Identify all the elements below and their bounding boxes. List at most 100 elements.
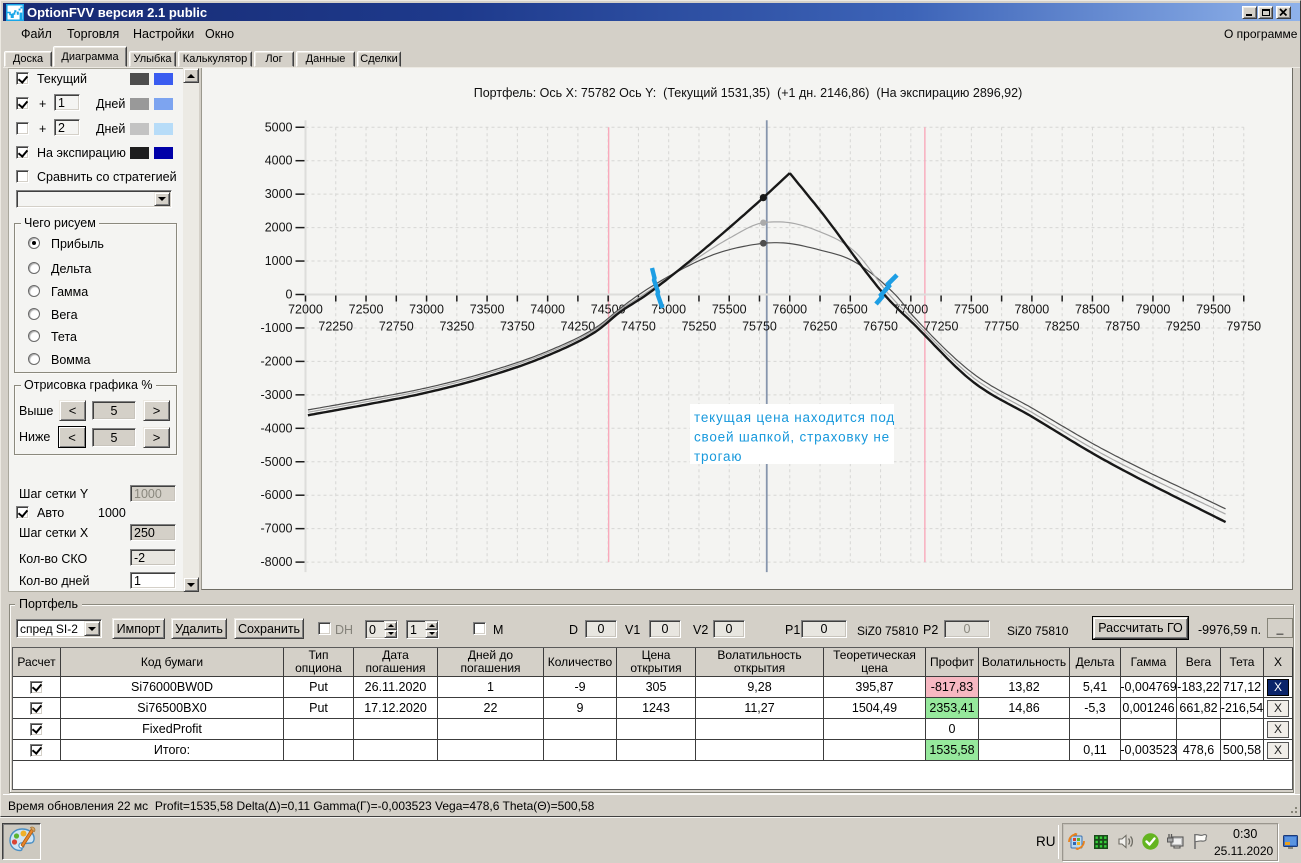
network-icon[interactable]: [1166, 833, 1185, 853]
checkbox-dh[interactable]: [318, 622, 331, 635]
spin-down-icon[interactable]: [425, 629, 438, 638]
column-header[interactable]: Цена открытия: [617, 648, 696, 677]
p1-input[interactable]: 0: [801, 620, 847, 638]
checkbox-expiration[interactable]: [16, 146, 29, 159]
green-grid-icon[interactable]: [1093, 834, 1109, 853]
column-header[interactable]: Гамма: [1121, 648, 1177, 677]
scroll-down-button[interactable]: [183, 577, 199, 592]
save-button[interactable]: Сохранить: [234, 618, 304, 639]
radio-delta[interactable]: [28, 262, 40, 274]
strategy-dropdown-button[interactable]: [154, 192, 170, 206]
input-days1[interactable]: 1: [54, 94, 80, 111]
column-header[interactable]: Теоретическая цена: [824, 648, 926, 677]
close-button[interactable]: [1276, 5, 1291, 19]
menu-settings[interactable]: Настройки: [133, 21, 194, 46]
column-header[interactable]: Волатильность открытия: [696, 648, 824, 677]
sidebar-scrollbar[interactable]: [183, 68, 199, 592]
column-header[interactable]: Дней до погашения: [438, 648, 544, 677]
d-input[interactable]: 0: [585, 620, 617, 638]
taskbar-app-button-paint[interactable]: [2, 823, 41, 860]
spin-up-icon[interactable]: [384, 621, 397, 630]
menu-file[interactable]: Файл: [21, 21, 52, 46]
maximize-button[interactable]: [1258, 5, 1273, 19]
column-header[interactable]: Дельта: [1070, 648, 1121, 677]
below-dec-button[interactable]: <: [58, 426, 86, 448]
row-checkbox[interactable]: [30, 701, 43, 715]
grid-x-input[interactable]: 250: [130, 524, 176, 541]
p2-input[interactable]: 0: [944, 620, 990, 638]
below-inc-button[interactable]: >: [143, 427, 170, 448]
column-header[interactable]: Расчет: [13, 648, 61, 677]
import-button[interactable]: Импорт: [112, 618, 165, 639]
spin-down-icon[interactable]: [384, 629, 397, 638]
tab-kalkulyator[interactable]: Калькулятор: [178, 51, 252, 67]
column-header[interactable]: Количество: [544, 648, 617, 677]
volume-icon[interactable]: [1117, 833, 1135, 853]
scroll-up-button[interactable]: [183, 68, 199, 83]
v1-input[interactable]: 0: [649, 620, 681, 638]
checkbox-plus2[interactable]: [16, 122, 29, 135]
v2-input[interactable]: 0: [713, 620, 745, 638]
radio-gamma[interactable]: [28, 285, 40, 297]
menu-trade[interactable]: Торговля: [67, 21, 119, 46]
row-delete-button[interactable]: X: [1267, 720, 1289, 738]
resize-grip[interactable]: [1285, 801, 1297, 813]
checkbox-plus1[interactable]: [16, 97, 29, 110]
above-dec-button[interactable]: <: [59, 400, 86, 421]
above-input[interactable]: 5: [92, 401, 136, 420]
column-header[interactable]: X: [1264, 648, 1293, 677]
above-inc-button[interactable]: >: [143, 400, 170, 421]
menu-about[interactable]: О программе: [1224, 21, 1297, 46]
tab-doska[interactable]: Доска: [4, 51, 52, 67]
language-indicator[interactable]: RU: [1036, 834, 1056, 849]
preset-dropdown-button[interactable]: [84, 621, 100, 636]
strategy-dropdown[interactable]: [16, 190, 172, 208]
dh-spinner-1[interactable]: 0: [365, 620, 398, 639]
menu-window[interactable]: Окно: [205, 21, 234, 46]
row-delete-button[interactable]: X: [1267, 678, 1289, 696]
tab-ulybka[interactable]: Улыбка: [129, 51, 176, 67]
minimize-button[interactable]: [1242, 5, 1257, 19]
below-input[interactable]: 5: [92, 428, 136, 447]
collapse-button[interactable]: _: [1267, 618, 1293, 638]
sko-input[interactable]: -2: [130, 549, 176, 566]
dh-spinner-2[interactable]: 1: [406, 620, 439, 639]
days-count-input[interactable]: 1: [130, 572, 176, 589]
antivirus-check-icon[interactable]: [1141, 832, 1160, 854]
checkbox-m[interactable]: [473, 622, 486, 635]
column-header[interactable]: Дата погашения: [354, 648, 438, 677]
checkbox-current[interactable]: [16, 72, 29, 85]
delete-button[interactable]: Удалить: [171, 618, 227, 639]
tab-dannye[interactable]: Данные: [296, 51, 355, 67]
row-checkbox[interactable]: [30, 743, 43, 757]
radio-vomma[interactable]: [28, 353, 40, 365]
preset-dropdown[interactable]: спред SI-2: [16, 619, 102, 638]
input-days2[interactable]: 2: [54, 119, 80, 136]
windows-update-icon[interactable]: [1068, 832, 1085, 853]
radio-profit[interactable]: [28, 237, 40, 249]
column-header[interactable]: Код бумаги: [61, 648, 284, 677]
column-header[interactable]: Волатильность: [979, 648, 1070, 677]
calc-go-button[interactable]: Рассчитать ГО: [1092, 616, 1189, 640]
row-delete-button[interactable]: X: [1267, 741, 1289, 759]
checkbox-compare[interactable]: [16, 170, 29, 183]
profit-chart[interactable]: Портфель: Ось X: 75782 Ось Y: (Текущий 1…: [202, 68, 1292, 589]
flag-icon[interactable]: [1191, 832, 1209, 854]
show-desktop-icon[interactable]: [1283, 835, 1298, 852]
radio-vega[interactable]: [28, 308, 40, 320]
column-header[interactable]: Вега: [1177, 648, 1221, 677]
title-bar[interactable]: OptionFVV версия 2.1 public: [3, 3, 1300, 21]
spin-up-icon[interactable]: [425, 621, 438, 630]
column-header[interactable]: Тета: [1221, 648, 1264, 677]
tab-sdelki[interactable]: Сделки: [357, 51, 401, 67]
row-checkbox[interactable]: [30, 680, 43, 694]
row-delete-button[interactable]: X: [1267, 699, 1289, 717]
radio-theta[interactable]: [28, 330, 40, 342]
column-header[interactable]: Профит: [926, 648, 979, 677]
row-checkbox[interactable]: [30, 722, 43, 736]
column-header[interactable]: Тип опциона: [284, 648, 354, 677]
tab-diagramma[interactable]: Диаграмма: [53, 46, 127, 67]
checkbox-auto[interactable]: [16, 506, 29, 519]
tab-log[interactable]: Лог: [254, 51, 294, 67]
grid-y-input[interactable]: 1000: [130, 485, 176, 502]
